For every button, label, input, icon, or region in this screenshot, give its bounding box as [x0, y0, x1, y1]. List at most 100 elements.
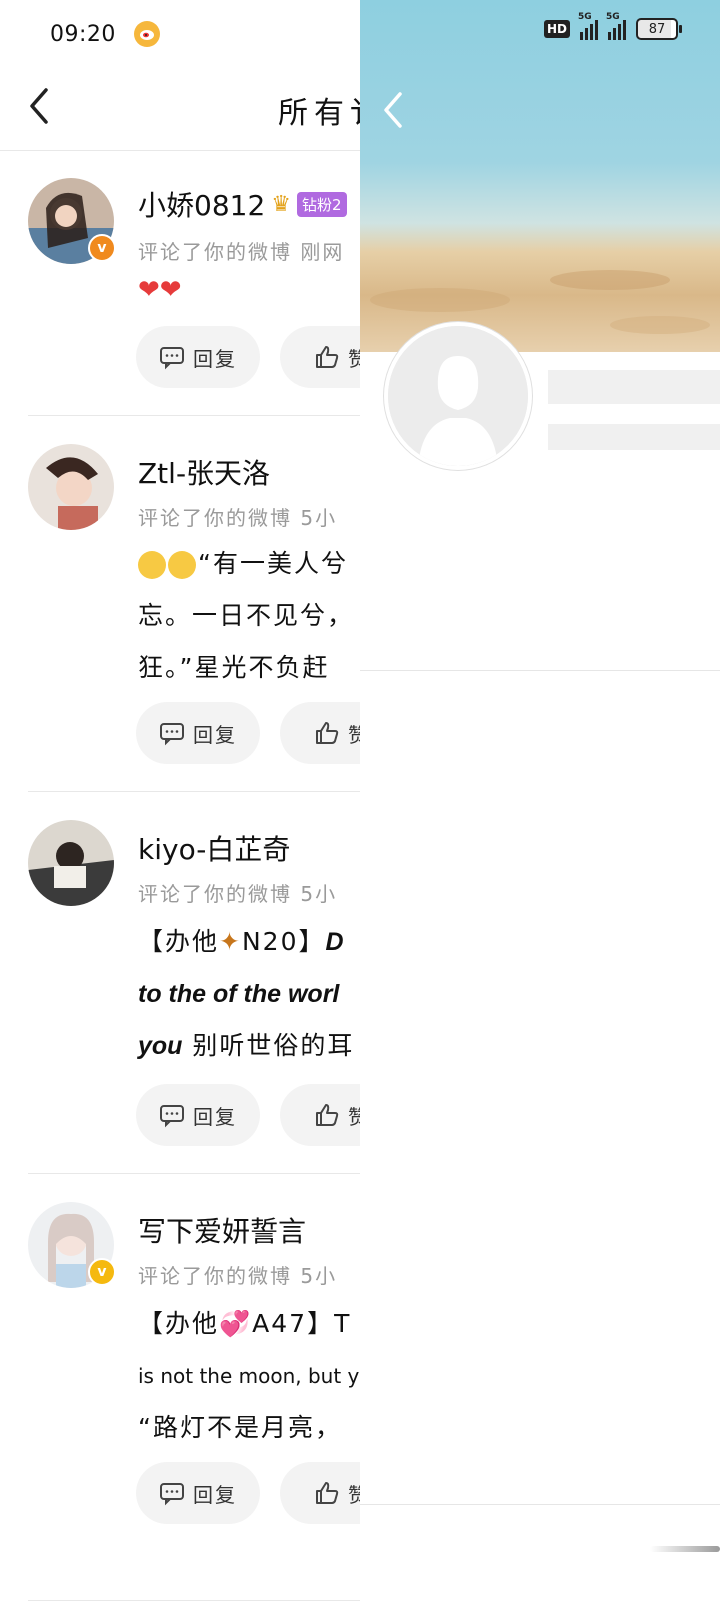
- like-label: 赞: [348, 719, 360, 748]
- thumbs-up-icon: [316, 1104, 339, 1126]
- verified-badge-icon: v: [88, 234, 116, 262]
- reply-label: 回复: [193, 346, 237, 371]
- comment-line: 【办他✦N20】D: [138, 916, 354, 968]
- username-text: Ztl-张天洛: [138, 457, 271, 490]
- reply-button[interactable]: 回复: [136, 1462, 260, 1524]
- emoji-icon: [138, 551, 166, 579]
- username-text: 小娇0812: [138, 189, 266, 222]
- username-text: kiyo-白芷奇: [138, 833, 291, 866]
- comment-text: “有一美人兮: [198, 549, 348, 578]
- comment-line: ❤❤: [138, 275, 182, 305]
- like-button[interactable]: 赞: [280, 1462, 360, 1524]
- comment-text: 别听世俗的耳: [182, 1031, 355, 1060]
- profile-cover-image: [360, 0, 720, 360]
- like-button[interactable]: 赞: [280, 1084, 360, 1146]
- top-nav: 所有讠: [0, 66, 360, 151]
- crown-icon: ♛: [271, 191, 291, 217]
- comment-line: 忘。一日不见兮，: [138, 601, 355, 630]
- default-avatar-icon[interactable]: [384, 322, 532, 470]
- username[interactable]: Ztl-张天洛: [138, 452, 270, 492]
- comment-text: N20】: [241, 927, 326, 956]
- like-label: 赞: [348, 1479, 360, 1508]
- reply-icon: [160, 1105, 184, 1128]
- weibo-icon: [133, 21, 160, 47]
- comment-text: T: [334, 1309, 352, 1338]
- like-button[interactable]: 赞: [280, 326, 360, 388]
- signal-icon: 5G: [578, 12, 598, 40]
- comment-line: “路灯不是月亮，: [138, 1413, 342, 1442]
- signal-icon: 5G: [606, 12, 626, 40]
- comment-body: 【办他💞A47】T is not the moon, but y “路灯不是月亮…: [138, 1298, 359, 1454]
- comment-meta: 评论了你的微博 刚网: [138, 240, 345, 264]
- username-text: 写下爱妍誓言: [138, 1215, 307, 1248]
- comment-line: 【办他💞A47】T: [138, 1298, 359, 1350]
- divider: [360, 670, 720, 671]
- comment-meta: 评论了你的微博 5小: [138, 1264, 338, 1288]
- comment-actions: 回复 赞: [136, 1462, 360, 1524]
- thumbs-up-icon: [316, 346, 339, 368]
- avatar[interactable]: [28, 820, 114, 906]
- back-icon[interactable]: [380, 88, 410, 132]
- divider: [28, 1600, 360, 1601]
- comment-line: is not the moon, but y: [138, 1364, 360, 1388]
- comment-item: kiyo-白芷奇 评论了你的微博 5小 【办他✦N20】D to the of …: [0, 792, 360, 1174]
- fan-badge: 钻粉2: [297, 191, 347, 217]
- comment-body: ❤❤: [138, 264, 182, 316]
- network-label: 5G: [578, 12, 592, 22]
- comment-actions: 回复 赞: [136, 1084, 360, 1146]
- comment-actions: 回复 赞: [136, 326, 360, 388]
- battery-level: 87: [648, 21, 666, 37]
- like-button[interactable]: 赞: [280, 702, 360, 764]
- reply-icon: [160, 1483, 184, 1506]
- comment-meta: 评论了你的微博 5小: [138, 506, 338, 530]
- status-bar-left: 09:20: [50, 16, 160, 52]
- thumbs-up-icon: [316, 722, 339, 744]
- comment-text: D: [325, 928, 344, 956]
- battery-icon: 87: [636, 18, 682, 40]
- loading-bar: [650, 1546, 720, 1552]
- profile-panel: HD 5G 5G 87: [360, 0, 720, 1612]
- thumbs-up-icon: [316, 1482, 339, 1504]
- comment-item: v 小娇0812 ♛ 钻粉2 评论了你的微博 刚网 ❤❤ 回复 赞: [0, 150, 360, 416]
- reply-icon: [160, 347, 184, 370]
- like-label: 赞: [348, 1101, 360, 1130]
- hd-icon: HD: [543, 20, 570, 38]
- emoji-icon: [168, 551, 196, 579]
- comment-item: Ztl-张天洛 评论了你的微博 5小 “有一美人兮 忘。一日不见兮， 狂。”星光…: [0, 416, 360, 792]
- comment-text: A47】: [252, 1309, 335, 1338]
- comment-body: “有一美人兮 忘。一日不见兮， 狂。”星光不负赶: [138, 538, 354, 694]
- username[interactable]: 小娇0812 ♛ 钻粉2: [138, 184, 347, 224]
- comment-item: v 写下爱妍誓言 评论了你的微博 5小 【办他💞A47】T is not the…: [0, 1174, 360, 1612]
- status-time: 09:20: [50, 21, 116, 47]
- reply-icon: [160, 723, 184, 746]
- reply-label: 回复: [193, 1104, 237, 1129]
- network-label: 5G: [606, 12, 620, 22]
- profile-header: [360, 322, 720, 670]
- comment-line: 狂。”星光不负赶: [138, 653, 330, 682]
- reply-button[interactable]: 回复: [136, 1084, 260, 1146]
- hearts-icon: 💞: [219, 1309, 253, 1338]
- comment-line: you 别听世俗的耳: [138, 1020, 354, 1072]
- divider: [360, 1504, 720, 1505]
- comment-text: 【办他: [138, 927, 220, 956]
- reply-label: 回复: [193, 722, 237, 747]
- loading-placeholder: [548, 370, 720, 404]
- username[interactable]: 写下爱妍誓言: [138, 1210, 306, 1250]
- status-bar-right: HD 5G 5G 87: [543, 12, 682, 40]
- back-icon[interactable]: [26, 84, 56, 128]
- avatar[interactable]: [28, 444, 114, 530]
- comment-line: “有一美人兮: [138, 538, 354, 590]
- comments-page: 09:20 所有讠 v 小娇0812 ♛ 钻粉2 评论了你的微博 刚网 ❤❤ 回…: [0, 0, 360, 1612]
- comment-text: you: [138, 1032, 183, 1060]
- reply-button[interactable]: 回复: [136, 702, 260, 764]
- loading-placeholder: [548, 424, 720, 450]
- username[interactable]: kiyo-白芷奇: [138, 828, 290, 868]
- comment-body: 【办他✦N20】D to the of the worl you 别听世俗的耳: [138, 916, 354, 1072]
- like-label: 赞: [348, 343, 360, 372]
- comment-actions: 回复 赞: [136, 702, 360, 764]
- verified-badge-icon: v: [88, 1258, 116, 1286]
- page-title: 所有讠: [278, 96, 360, 131]
- comment-line: to the of the worl: [138, 980, 340, 1008]
- reply-button[interactable]: 回复: [136, 326, 260, 388]
- butterfly-icon: ✦: [219, 927, 242, 956]
